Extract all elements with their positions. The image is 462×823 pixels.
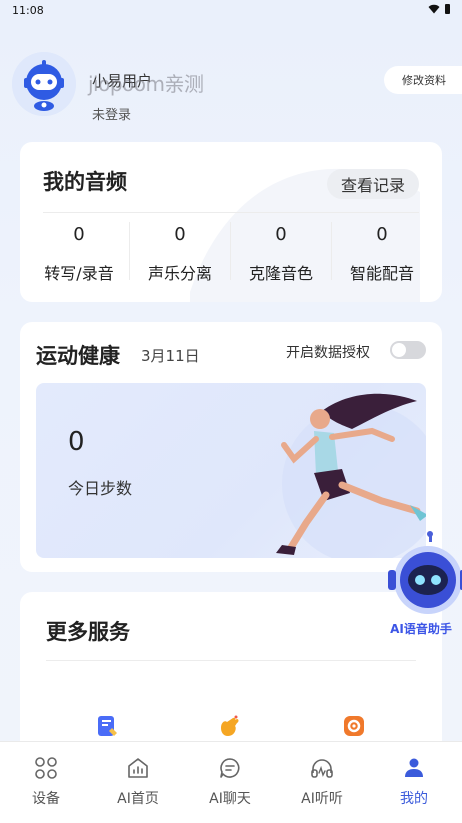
toggle-knob — [392, 343, 406, 357]
data-auth-toggle[interactable] — [390, 341, 426, 359]
status-icons — [428, 4, 450, 14]
health-date: 3月11日 — [141, 347, 200, 365]
nav-label: AI聊天 — [209, 791, 251, 807]
clap-icon[interactable] — [217, 714, 241, 738]
nav-item-profile[interactable]: 我的 — [368, 742, 460, 823]
devices-grid-icon — [35, 757, 57, 779]
stat-value: 0 — [275, 224, 287, 245]
stat-value: 0 — [376, 224, 388, 245]
nav-label: 我的 — [400, 791, 428, 807]
profile-icon — [405, 758, 423, 777]
login-status[interactable]: 未登录 — [92, 104, 131, 123]
stat-label: 转写/录音 — [44, 264, 114, 283]
book-icon[interactable] — [95, 714, 119, 738]
health-card: 运动健康 3月11日 开启数据授权 0 今日步数 — [20, 322, 442, 572]
robot-avatar-icon — [12, 52, 76, 116]
steps-value: 0 — [68, 427, 85, 457]
wifi-icon — [428, 4, 440, 14]
home-chart-icon — [128, 758, 148, 778]
stat-voice-clone[interactable]: 0 克隆音色 — [231, 224, 331, 284]
divider — [43, 212, 419, 213]
stat-value: 0 — [174, 224, 186, 245]
nav-item-ai-listen[interactable]: AI听听 — [276, 742, 368, 823]
stat-label: 声乐分离 — [147, 264, 212, 283]
health-title: 运动健康 — [36, 344, 120, 368]
stat-label: 智能配音 — [349, 264, 414, 283]
steps-label: 今日步数 — [68, 479, 133, 498]
divider — [46, 660, 416, 661]
steps-panel[interactable]: 0 今日步数 — [36, 383, 426, 558]
services-title: 更多服务 — [46, 620, 130, 644]
audio-title: 我的音频 — [43, 170, 127, 194]
audio-card: 我的音频 查看记录 0 转写/录音 0 声乐分离 0 克隆音色 0 智能配音 — [20, 142, 442, 302]
nav-item-ai-chat[interactable]: AI聊天 — [184, 742, 276, 823]
stat-vocal-separation[interactable]: 0 声乐分离 — [130, 224, 230, 284]
edit-profile-button[interactable]: 修改资料 — [384, 66, 462, 94]
stat-smart-dubbing[interactable]: 0 智能配音 — [332, 224, 432, 284]
ai-voice-assistant-button[interactable]: AI语音助手 — [380, 530, 462, 640]
nav-label: 设备 — [32, 791, 60, 807]
status-time: 11:08 — [12, 4, 44, 17]
nav-label: AI听听 — [301, 791, 343, 807]
stat-label: 克隆音色 — [248, 264, 313, 283]
view-history-button[interactable]: 查看记录 — [327, 169, 419, 199]
settings-gear-icon[interactable] — [342, 714, 366, 738]
nav-label: AI首页 — [117, 791, 159, 807]
avatar[interactable] — [12, 52, 76, 116]
bottom-nav: 设备 AI首页 AI聊天 AI听听 我的 — [0, 741, 462, 823]
headphones-icon — [311, 759, 333, 778]
ai-assistant-label: AI语音助手 — [390, 622, 452, 636]
watermark: jiopoom亲测 — [88, 72, 204, 96]
robot-assistant-icon — [388, 531, 462, 614]
battery-icon — [445, 4, 450, 14]
stat-transcribe[interactable]: 0 转写/录音 — [29, 224, 129, 284]
stat-value: 0 — [73, 224, 85, 245]
nav-item-devices[interactable]: 设备 — [0, 742, 92, 823]
status-bar: 11:08 — [0, 0, 462, 22]
data-auth-label: 开启数据授权 — [286, 345, 370, 361]
chat-bubble-icon — [220, 758, 240, 778]
nav-item-ai-home[interactable]: AI首页 — [92, 742, 184, 823]
